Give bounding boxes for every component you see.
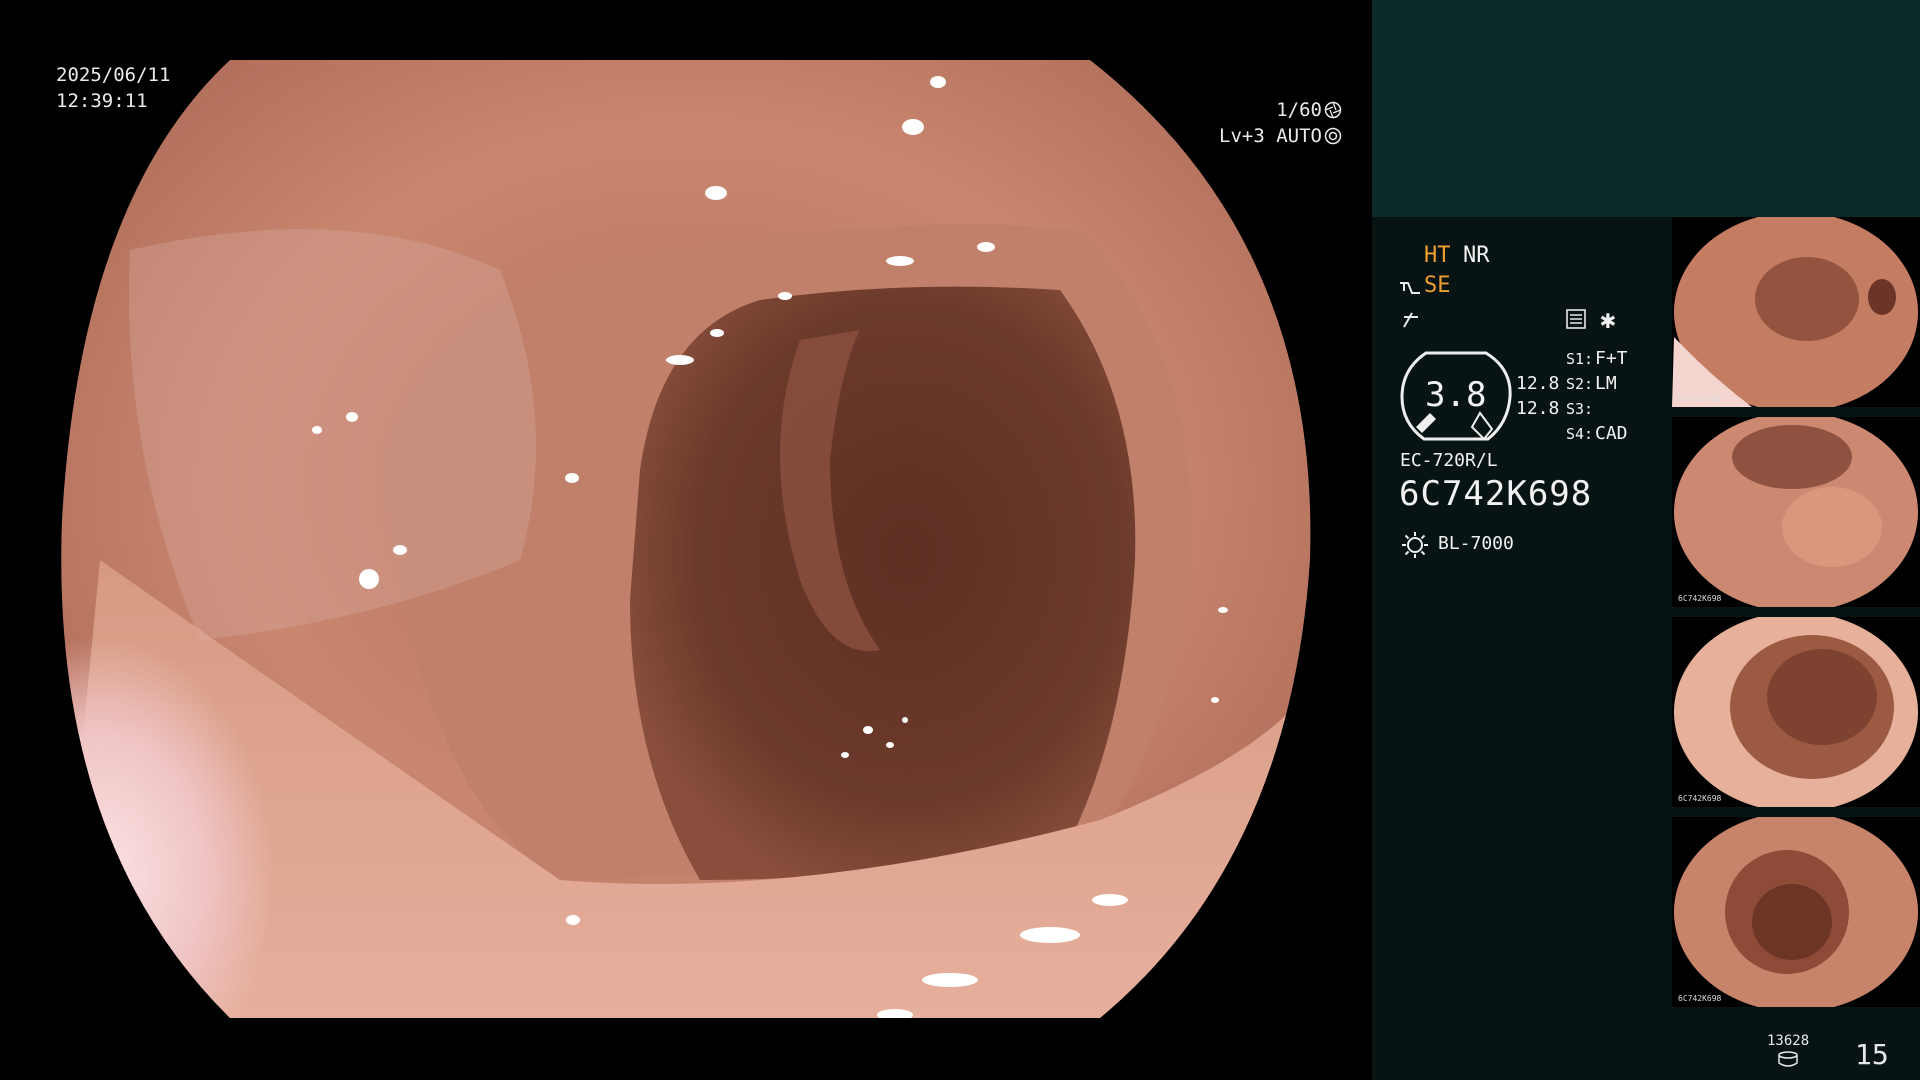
- thumbnail-label: 6C742K698: [1678, 394, 1722, 403]
- ratio-bottom: 12.8: [1516, 398, 1560, 419]
- color-mode-icon: [1403, 312, 1418, 328]
- aperture-icon: [1324, 127, 1342, 145]
- thumbnail-label: 6C742K698: [1678, 794, 1722, 803]
- top-panel-box: [1372, 0, 1920, 217]
- date-text: 2025/06/11: [56, 64, 171, 86]
- exposure-readout: 1/60 Lv+3 AUTO: [1219, 97, 1342, 149]
- page-number: 15: [1855, 1038, 1889, 1071]
- thumbnail-label: 6C742K698: [1678, 594, 1722, 603]
- thumbnail-4[interactable]: 6C742K698: [1672, 817, 1920, 1007]
- thumbnail-2[interactable]: 6C742K698: [1672, 417, 1920, 607]
- iris-icon: [1324, 101, 1342, 119]
- s3-label: S3:: [1566, 400, 1594, 418]
- gauge-value: 3.8: [1425, 375, 1487, 415]
- se-indicator: SE: [1424, 273, 1451, 298]
- structure-enhance-icon: [1400, 282, 1420, 294]
- time-text: 12:39:11: [56, 90, 148, 112]
- asterisk-icon: ✱: [1600, 305, 1616, 335]
- s4-label: S4:: [1566, 425, 1594, 443]
- s4-value: CAD: [1595, 423, 1628, 444]
- ratio-top: 12.8: [1516, 373, 1560, 394]
- light-source-icon: [1402, 532, 1428, 558]
- thumbnail-3[interactable]: 6C742K698: [1672, 617, 1920, 807]
- image-count: 13628: [1767, 1033, 1810, 1049]
- ht-indicator: HT: [1424, 243, 1451, 268]
- mode-text: AUTO: [1276, 125, 1322, 147]
- s1-label: S1:: [1566, 350, 1594, 368]
- datetime-readout: 2025/06/11 12:39:11: [56, 62, 170, 114]
- level-text: Lv+3: [1219, 125, 1265, 147]
- s2-label: S2:: [1566, 375, 1594, 393]
- s1-value: F+T: [1595, 348, 1628, 369]
- scope-model: EC-720R/L: [1400, 450, 1498, 471]
- settings-info: HT NR SE ✱ 3.8 12.8 12.8 S1: F+T S2: LM …: [1372, 217, 1672, 1080]
- thumbnail-1[interactable]: 6C742K698: [1672, 217, 1920, 407]
- endoscope-main-view: 2025/06/11 12:39:11 1/60 Lv+3 AUTO: [0, 0, 1372, 1080]
- light-source-model: BL-7000: [1438, 533, 1514, 554]
- endoscopic-image: [61, 60, 1311, 1018]
- thumbnail-label: 6C742K698: [1678, 994, 1722, 1003]
- nr-indicator: NR: [1463, 243, 1490, 268]
- s2-value: LM: [1595, 373, 1617, 394]
- storage-icon: [1778, 1051, 1798, 1067]
- shutter-text: 1/60: [1276, 99, 1322, 121]
- settings-list-icon: [1566, 309, 1586, 329]
- scope-serial: 6C742K698: [1399, 474, 1593, 514]
